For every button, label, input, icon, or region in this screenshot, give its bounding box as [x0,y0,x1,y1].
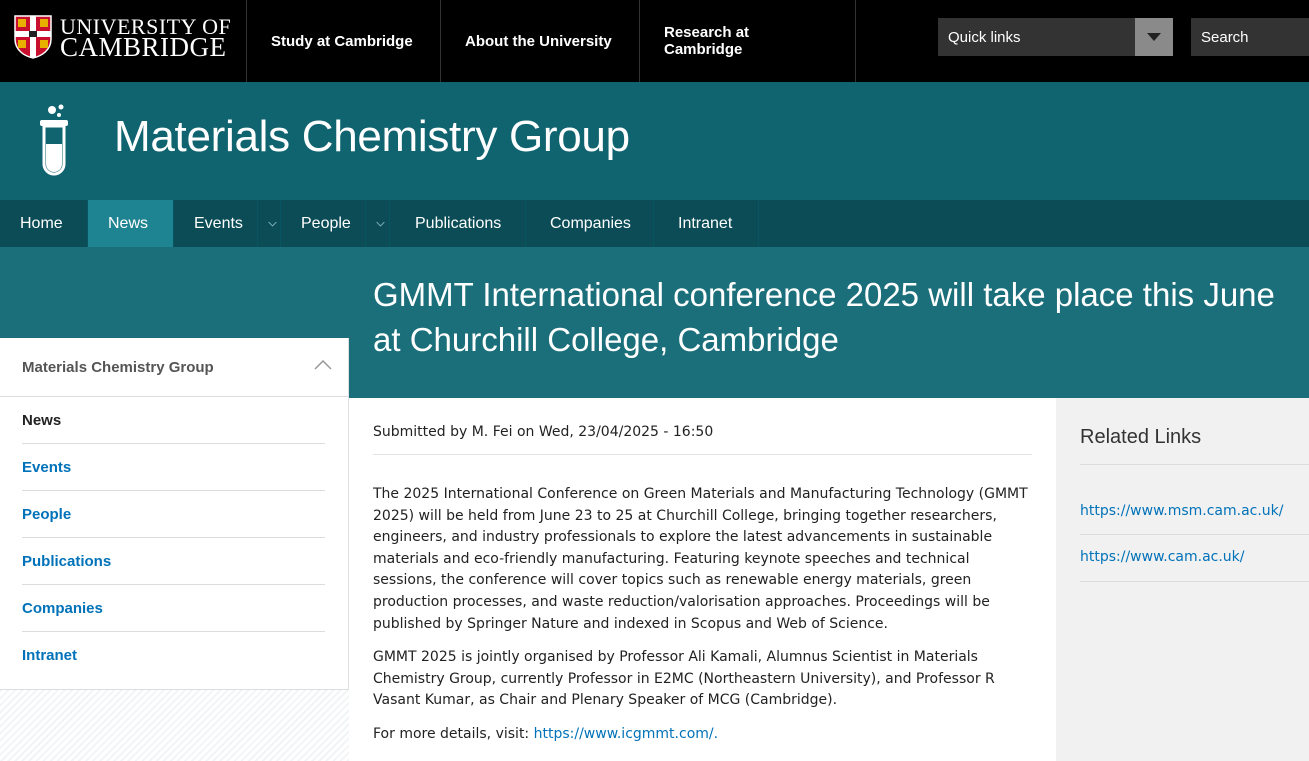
university-wordmark: UNIVERSITY OF CAMBRIDGE [60,16,231,62]
university-top-nav: Study at Cambridge About the University … [246,0,856,82]
nav-item-news[interactable]: News [88,200,174,247]
nav-item-people[interactable]: People [281,200,390,247]
quick-links-label: Quick links [948,28,1021,46]
site-title[interactable]: Materials Chemistry Group [114,112,630,162]
divider [1080,464,1309,465]
sidebar-item-publications[interactable]: Publications [22,538,325,585]
search-label: Search [1201,28,1249,46]
nav-item-home[interactable]: Home [0,200,88,247]
details-prefix: For more details, visit: [373,725,534,742]
related-link[interactable]: https://www.cam.ac.uk/ [1080,549,1245,565]
sidebar-item-people[interactable]: People [22,491,325,538]
top-link-study[interactable]: Study at Cambridge [246,0,440,82]
sidebar-item-companies[interactable]: Companies [22,585,325,632]
sidebar-item-events[interactable]: Events [22,444,325,491]
chevron-up-icon[interactable] [314,360,332,370]
site-header: Materials Chemistry Group [0,82,1309,200]
nav-item-companies[interactable]: Companies [526,200,654,247]
related-links-panel: Related Links https://www.msm.cam.ac.uk/… [1056,398,1309,761]
nav-item-events-label: Events [194,214,243,232]
search-button[interactable]: Search [1191,18,1309,56]
top-link-about[interactable]: About the University [440,0,639,82]
chevron-down-icon[interactable] [256,200,277,247]
university-logo[interactable]: UNIVERSITY OF CAMBRIDGE [14,15,231,62]
chevron-down-icon[interactable] [364,200,385,247]
nav-item-people-label: People [301,214,351,232]
main-nav: Home News Events People Publications Com… [0,200,1309,247]
nav-item-publications[interactable]: Publications [390,200,526,247]
divider [1080,581,1309,582]
sidebar-item-intranet[interactable]: Intranet [22,632,325,679]
divider [373,454,1032,455]
university-line-2: CAMBRIDGE [60,32,227,62]
details-link[interactable]: https://www.icgmmt.com/. [534,726,718,742]
related-links-title: Related Links [1080,426,1202,448]
nav-item-events[interactable]: Events [174,200,281,247]
test-tube-icon [40,104,68,176]
submitted-info: Submitted by M. Fei on Wed, 23/04/2025 -… [373,424,714,440]
related-link[interactable]: https://www.msm.cam.ac.uk/ [1080,503,1284,519]
quick-links-dropdown[interactable]: Quick links [938,18,1173,56]
article-body: The 2025 International Conference on Gre… [373,484,1032,758]
nav-item-intranet[interactable]: Intranet [654,200,759,247]
sidebar-list: News Events People Publications Companie… [0,397,325,679]
divider [1080,534,1309,535]
sidebar-heading-label: Materials Chemistry Group [22,358,214,376]
article-paragraph: The 2025 International Conference on Gre… [373,486,1028,632]
article-paragraph: GMMT 2025 is jointly organised by Profes… [373,649,995,709]
sidebar-heading[interactable]: Materials Chemistry Group [0,338,348,397]
details-paragraph: For more details, visit: https://www.icg… [373,724,1032,746]
sidebar-background-pattern [0,690,349,761]
chevron-down-icon[interactable] [1135,18,1173,56]
university-header: UNIVERSITY OF CAMBRIDGE Study at Cambrid… [0,0,1309,82]
sidebar-item-news[interactable]: News [22,397,325,444]
sidebar: Materials Chemistry Group News Events Pe… [0,338,349,690]
page-title: GMMT International conference 2025 will … [373,276,1275,358]
top-link-research[interactable]: Research at Cambridge [639,0,856,82]
article-content: Submitted by M. Fei on Wed, 23/04/2025 -… [349,398,1056,761]
cambridge-shield-icon [14,15,52,59]
